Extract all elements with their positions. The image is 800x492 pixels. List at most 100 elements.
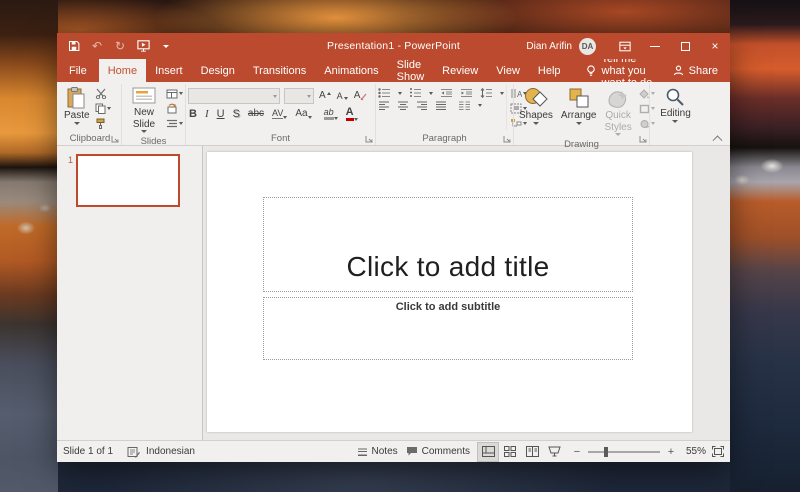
magnifier-icon — [665, 87, 685, 107]
tab-design[interactable]: Design — [192, 59, 244, 82]
group-clipboard: Paste Clipboard — [59, 84, 121, 145]
tab-animations[interactable]: Animations — [315, 59, 387, 82]
paragraph-dialog-launcher-icon[interactable] — [503, 135, 512, 144]
title-bar: ↶ ↻ Presentation1 - PowerPoint Dian Arif… — [57, 33, 730, 59]
numbering-button[interactable] — [409, 88, 422, 98]
tab-file[interactable]: File — [57, 59, 99, 82]
underline-button[interactable]: U — [216, 109, 226, 120]
zoom-slider[interactable] — [588, 451, 660, 453]
change-case-button[interactable]: Aa — [294, 109, 312, 119]
collapse-ribbon-icon[interactable] — [714, 134, 724, 142]
font-name-combo[interactable] — [188, 88, 280, 104]
slide-indicator[interactable]: Slide 1 of 1 — [63, 446, 113, 457]
group-slides: New Slide Slides — [121, 84, 185, 145]
strikethrough-button[interactable]: abc — [247, 109, 265, 119]
format-painter-icon[interactable] — [95, 117, 111, 130]
notes-button[interactable]: Notes — [357, 446, 398, 457]
user-avatar[interactable]: DA — [579, 38, 596, 55]
editing-label: Editing — [660, 108, 691, 120]
tab-insert[interactable]: Insert — [146, 59, 192, 82]
redo-icon[interactable]: ↻ — [113, 39, 127, 53]
tab-slide-show[interactable]: Slide Show — [388, 59, 434, 82]
tab-review[interactable]: Review — [433, 59, 487, 82]
character-spacing-button[interactable]: AV — [271, 109, 288, 119]
zoom-out-button[interactable]: − — [572, 446, 582, 458]
arrange-button[interactable]: Arrange — [558, 85, 600, 127]
slide-thumbnail-panel: 1 — [57, 146, 203, 440]
group-font: A A A B I U S abc AV Aa ab A Font — [185, 84, 375, 145]
editing-canvas: Click to add title Click to add subtitle — [203, 146, 730, 440]
grow-font-button[interactable]: A — [318, 91, 332, 101]
cut-icon[interactable] — [95, 87, 111, 100]
new-slide-dropdown-icon — [141, 130, 147, 133]
slideshow-view-button[interactable] — [544, 443, 564, 461]
comments-button[interactable]: Comments — [406, 446, 470, 457]
paste-button[interactable]: Paste — [61, 85, 93, 127]
view-shortcuts — [478, 443, 564, 461]
font-dialog-launcher-icon[interactable] — [365, 135, 374, 144]
shrink-font-button[interactable]: A — [336, 92, 349, 101]
new-slide-button[interactable]: New Slide — [124, 85, 164, 135]
decrease-indent-button[interactable] — [440, 88, 453, 98]
reset-slide-icon[interactable] — [166, 102, 183, 115]
columns-button[interactable] — [458, 101, 471, 110]
ribbon-display-options-icon[interactable] — [610, 33, 640, 59]
section-icon[interactable] — [166, 117, 183, 130]
text-shadow-button[interactable]: S — [232, 109, 241, 120]
copy-icon[interactable] — [95, 102, 111, 115]
quick-styles-button[interactable]: Quick Styles — [602, 85, 635, 138]
subtitle-placeholder[interactable]: Click to add subtitle — [263, 297, 633, 360]
normal-view-button[interactable] — [478, 443, 498, 461]
tab-home[interactable]: Home — [99, 59, 146, 82]
start-slideshow-icon[interactable] — [136, 39, 150, 53]
shapes-button[interactable]: Shapes — [516, 85, 556, 127]
customize-qat-icon[interactable] — [159, 39, 173, 53]
reading-view-button[interactable] — [522, 443, 542, 461]
slide[interactable]: Click to add title Click to add subtitle — [207, 152, 692, 432]
increase-indent-button[interactable] — [460, 88, 473, 98]
drawing-dialog-launcher-icon[interactable] — [639, 135, 648, 144]
shapes-icon — [523, 87, 549, 109]
minimize-button[interactable] — [640, 33, 670, 59]
comments-label: Comments — [422, 446, 470, 457]
undo-icon[interactable]: ↶ — [90, 39, 104, 53]
tab-view[interactable]: View — [487, 59, 529, 82]
slide-layout-icon[interactable] — [166, 87, 183, 100]
language-indicator[interactable]: Indonesian — [146, 446, 195, 457]
align-right-button[interactable] — [416, 101, 428, 110]
align-center-button[interactable] — [397, 101, 409, 110]
tab-help[interactable]: Help — [529, 59, 570, 82]
close-button[interactable]: × — [700, 33, 730, 59]
zoom-level[interactable]: 55% — [682, 446, 706, 457]
tell-me-box[interactable]: Tell me what you want to do — [586, 59, 661, 82]
main-area: 1 Click to add title Click to add subtit… — [57, 146, 730, 440]
ribbon-tabs: File Home Insert Design Transitions Anim… — [57, 59, 730, 82]
slide-thumbnail[interactable] — [76, 154, 180, 207]
arrange-label: Arrange — [561, 110, 597, 122]
editing-button[interactable]: Editing — [657, 85, 694, 125]
bullets-button[interactable] — [378, 88, 391, 98]
highlight-color-button[interactable]: ab — [323, 108, 339, 120]
zoom-in-button[interactable]: + — [666, 446, 676, 458]
fit-slide-to-window-button[interactable] — [712, 446, 724, 457]
clipboard-dialog-launcher-icon[interactable] — [111, 135, 120, 144]
clear-formatting-button[interactable]: A — [353, 91, 369, 101]
font-size-combo[interactable] — [284, 88, 314, 104]
save-icon[interactable] — [67, 39, 81, 53]
line-spacing-button[interactable] — [480, 88, 493, 98]
maximize-button[interactable] — [670, 33, 700, 59]
align-left-button[interactable] — [378, 101, 390, 110]
share-button[interactable]: Share — [661, 59, 730, 82]
shapes-label: Shapes — [519, 110, 553, 122]
zoom-slider-thumb[interactable] — [604, 447, 608, 457]
title-placeholder[interactable]: Click to add title — [263, 197, 633, 292]
tab-transitions[interactable]: Transitions — [244, 59, 315, 82]
justify-button[interactable] — [435, 101, 447, 110]
italic-button[interactable]: I — [204, 109, 210, 120]
bold-button[interactable]: B — [188, 109, 198, 120]
slide-sorter-view-button[interactable] — [500, 443, 520, 461]
group-editing: Editing — [649, 84, 701, 145]
proofing-icon[interactable] — [127, 446, 140, 458]
user-name[interactable]: Dian Arifin — [526, 41, 572, 52]
font-color-button[interactable]: A — [345, 107, 359, 121]
